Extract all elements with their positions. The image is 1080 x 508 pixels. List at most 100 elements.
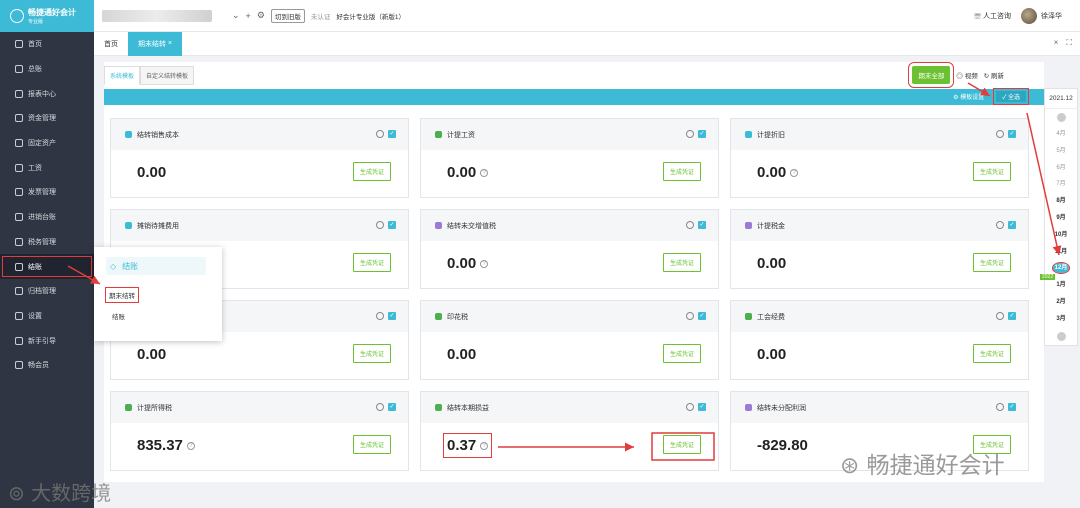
- generate-voucher-button[interactable]: 生成凭证: [972, 253, 1011, 272]
- gear-icon[interactable]: [996, 221, 1004, 229]
- gear-icon[interactable]: [376, 403, 384, 411]
- checkbox[interactable]: ✓: [1008, 130, 1016, 138]
- month-item[interactable]: 3月: [1045, 311, 1077, 328]
- card-amount: 0.00: [137, 346, 166, 363]
- gear-icon[interactable]: [686, 221, 694, 229]
- watermark-right-text: 畅捷通好会计: [866, 453, 1005, 479]
- sidebar-item-13[interactable]: 畅会员: [0, 353, 94, 378]
- sidebar-item-12[interactable]: 新手引导: [0, 328, 94, 353]
- user-menu[interactable]: 徐泽华: [1021, 8, 1062, 24]
- add-icon[interactable]: +: [246, 11, 251, 21]
- support-link[interactable]: ☏ 人工咨询: [974, 11, 1011, 21]
- generate-voucher-button[interactable]: 生成凭证: [662, 162, 701, 181]
- checkbox[interactable]: ✓: [698, 403, 706, 411]
- month-item[interactable]: 9月: [1045, 210, 1077, 227]
- checkbox[interactable]: ✓: [1008, 221, 1016, 229]
- close-icon[interactable]: ×: [168, 40, 172, 47]
- sidebar-item-label: 设置: [28, 312, 42, 320]
- switch-old-version-button[interactable]: 切到旧版: [270, 8, 305, 23]
- support-label: 人工咨询: [983, 13, 1011, 20]
- sidebar-item-1[interactable]: 总账: [0, 57, 94, 82]
- amount-value: 835.37: [137, 437, 183, 454]
- gear-icon[interactable]: [996, 403, 1004, 411]
- watermark-left-text: 大数跨境: [31, 481, 112, 505]
- scroll-down-icon[interactable]: [1056, 331, 1066, 341]
- month-item[interactable]: 11月: [1045, 244, 1077, 261]
- generate-voucher-button[interactable]: 生成凭证: [352, 435, 391, 454]
- close-tab-icon[interactable]: ×: [1054, 38, 1059, 48]
- sidebar-item-10[interactable]: 归档管理: [0, 279, 94, 304]
- gear-icon[interactable]: [686, 403, 694, 411]
- sidebar-item-8[interactable]: 税务管理: [0, 230, 94, 255]
- sidebar-item-4[interactable]: 固定资产: [0, 131, 94, 156]
- chevron-down-icon[interactable]: ⌄: [232, 10, 240, 21]
- gear-icon[interactable]: ⚙: [257, 10, 265, 21]
- template-settings[interactable]: ⚙ 模板设置: [953, 92, 984, 101]
- generate-voucher-button[interactable]: 生成凭证: [972, 162, 1011, 181]
- video-link[interactable]: ◎ 视频: [956, 70, 977, 80]
- generate-voucher-button[interactable]: 生成凭证: [352, 344, 391, 363]
- company-selector[interactable]: [102, 9, 212, 22]
- sidebar-item-0[interactable]: 首页: [0, 32, 94, 57]
- card-amount: 0.00 ?: [447, 255, 489, 272]
- gear-icon[interactable]: [376, 312, 384, 320]
- month-label: 1月: [1056, 282, 1066, 289]
- help-icon[interactable]: ?: [480, 259, 489, 268]
- sidebar-item-9[interactable]: 结账: [0, 254, 94, 279]
- generate-voucher-button[interactable]: 生成凭证: [972, 344, 1011, 363]
- card-amount: 0.00 ?: [757, 164, 799, 181]
- refresh-link[interactable]: ↻ 刷新: [984, 70, 1004, 80]
- checkbox[interactable]: ✓: [698, 130, 706, 138]
- sidebar-item-3[interactable]: 资金管理: [0, 106, 94, 131]
- month-item[interactable]: 7月: [1045, 176, 1077, 193]
- checkbox[interactable]: ✓: [1008, 403, 1016, 411]
- sidebar-item-11[interactable]: 设置: [0, 304, 94, 329]
- generate-all-button[interactable]: 期末全部: [908, 62, 955, 88]
- select-all-button[interactable]: ✓ 全选: [993, 88, 1029, 105]
- submenu-period-end[interactable]: 期末结转: [105, 287, 139, 303]
- month-item[interactable]: 2月: [1045, 294, 1077, 311]
- card-title: 结转未交增值税: [447, 222, 496, 230]
- help-icon[interactable]: ?: [480, 168, 489, 177]
- month-item[interactable]: 6月: [1045, 160, 1077, 177]
- help-icon[interactable]: ?: [790, 168, 799, 177]
- tab-system-template[interactable]: 系统模板: [104, 66, 141, 85]
- help-icon[interactable]: ?: [186, 441, 195, 450]
- month-item[interactable]: 4月: [1045, 126, 1077, 143]
- gear-icon[interactable]: [686, 130, 694, 138]
- checkbox[interactable]: ✓: [698, 312, 706, 320]
- month-item[interactable]: 5月: [1045, 143, 1077, 160]
- tab-home[interactable]: 首页: [94, 32, 128, 56]
- sidebar-item-5[interactable]: 工资: [0, 155, 94, 180]
- checkbox[interactable]: ✓: [388, 312, 396, 320]
- sidebar-item-7[interactable]: 进销台账: [0, 205, 94, 230]
- fullscreen-icon[interactable]: ⛶: [1066, 38, 1072, 48]
- checkbox[interactable]: ✓: [388, 130, 396, 138]
- brand[interactable]: 畅捷通好会计 专业版: [0, 0, 94, 32]
- checkbox[interactable]: ✓: [698, 221, 706, 229]
- generate-voucher-button[interactable]: 生成凭证: [662, 435, 701, 454]
- generate-voucher-button[interactable]: 生成凭证: [352, 253, 391, 272]
- sidebar-item-2[interactable]: 报表中心: [0, 81, 94, 106]
- generate-voucher-button[interactable]: 生成凭证: [662, 253, 701, 272]
- gear-icon[interactable]: [686, 312, 694, 320]
- tab-period-end[interactable]: 期末结转 ×: [128, 31, 183, 56]
- checkbox[interactable]: ✓: [1008, 312, 1016, 320]
- submenu-closing[interactable]: 结账: [112, 311, 125, 321]
- generate-voucher-button[interactable]: 生成凭证: [662, 344, 701, 363]
- gear-icon[interactable]: [996, 130, 1004, 138]
- tab-custom-template[interactable]: 自定义结转模板: [140, 66, 195, 85]
- checkbox[interactable]: ✓: [388, 403, 396, 411]
- month-item[interactable]: 10月: [1045, 227, 1077, 244]
- month-item[interactable]: 8月: [1045, 193, 1077, 210]
- generate-voucher-button[interactable]: 生成凭证: [352, 162, 391, 181]
- gear-icon[interactable]: [996, 312, 1004, 320]
- gear-icon[interactable]: [376, 130, 384, 138]
- sidebar: 畅捷通好会计 专业版 首页 总账 报表中心 资金管理 固定资产 工资 发票管理 进销台账 税务管…: [0, 0, 94, 508]
- help-icon[interactable]: ?: [480, 441, 489, 450]
- scroll-up-icon[interactable]: [1056, 113, 1066, 122]
- sidebar-item-6[interactable]: 发票管理: [0, 180, 94, 205]
- card-header: 计提折旧 ✓: [731, 119, 1028, 150]
- checkbox[interactable]: ✓: [388, 221, 396, 229]
- gear-icon[interactable]: [376, 221, 384, 229]
